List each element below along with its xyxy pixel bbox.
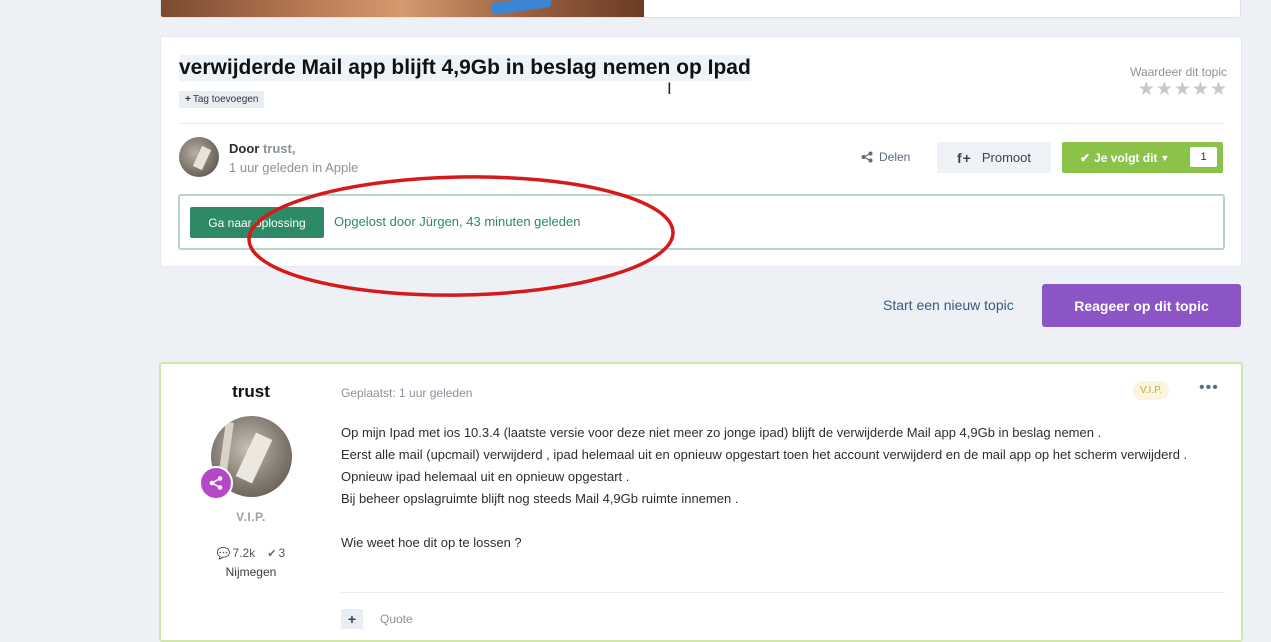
author-link[interactable]: trust — [263, 141, 292, 156]
post-body: Op mijn Ipad met ios 10.3.4 (laatste ver… — [341, 422, 1201, 554]
cover-image — [161, 0, 644, 17]
quote-button[interactable]: Quote — [380, 612, 413, 626]
rate-topic-label: Waardeer dit topic — [1130, 65, 1227, 79]
comment-icon: 💬 — [216, 548, 231, 560]
follow-button[interactable]: ✔ Je volgt dit ▼ 1 — [1062, 142, 1223, 173]
check-icon: ✔ — [1080, 150, 1091, 165]
share-button[interactable]: Delen — [861, 150, 910, 164]
solution-text: Opgelost door Jürgen, 43 minuten geleden — [334, 214, 581, 229]
author-prefix: Door — [229, 141, 260, 156]
vip-badge: V.I.P. — [1133, 381, 1170, 400]
posted-info: 1 uur geleden in Apple — [229, 160, 359, 175]
post-paragraph: Eerst alle mail (upcmail) verwijderd , i… — [341, 447, 1188, 462]
author-suffix: , — [291, 141, 296, 156]
star-icon[interactable]: ★ — [1174, 80, 1191, 99]
share-nodes-icon — [209, 476, 223, 490]
check-circle-icon: ✔ — [267, 548, 277, 560]
go-to-solution-button[interactable]: Ga naar oplossing — [190, 207, 324, 238]
post-author-location: Nijmegen — [225, 565, 277, 579]
previous-card — [160, 0, 1241, 18]
rank-badge — [199, 466, 233, 500]
post-card: trust V.I.P. 💬 7.2k ✔ 3 Nijmegen Geplaatst… — [159, 362, 1243, 642]
solution-box: Ga naar oplossing Opgelost door Jürgen, … — [178, 194, 1225, 250]
page-title: verwijderde Mail app blijft 4,9Gb in bes… — [179, 55, 751, 81]
posts-count: 7.2k — [232, 546, 256, 560]
topic-header-card: verwijderde Mail app blijft 4,9Gb in bes… — [160, 36, 1242, 267]
author-line: Door trust, — [229, 141, 295, 156]
post-author-name[interactable]: trust — [161, 382, 341, 402]
follow-count[interactable]: 1 — [1190, 147, 1217, 167]
new-topic-link[interactable]: Start een nieuw topic — [883, 297, 1014, 313]
more-options-icon[interactable]: ••• — [1199, 379, 1219, 397]
add-tag-label: Tag toevoegen — [192, 94, 259, 105]
post-paragraph: Op mijn Ipad met ios 10.3.4 (laatste ver… — [341, 425, 1102, 440]
post-paragraph: Opnieuw ipad helemaal uit en opnieuw opg… — [341, 469, 630, 484]
post-paragraph: Bij beheer opslagruimte blijft nog steed… — [341, 491, 739, 506]
solutions-count: 3 — [278, 546, 286, 560]
facebook-icon: f+ — [957, 149, 972, 166]
author-avatar[interactable] — [179, 137, 219, 177]
star-icon[interactable]: ★ — [1138, 80, 1155, 99]
promote-button[interactable]: f+ Promoot — [937, 142, 1051, 173]
star-icon[interactable]: ★ — [1192, 80, 1209, 99]
post-paragraph: Wie weet hoe dit op te lossen ? — [341, 535, 522, 550]
promote-label: Promoot — [981, 150, 1031, 165]
plus-icon: + — [185, 94, 191, 105]
post-author-rank: V.I.P. — [236, 510, 266, 524]
topic-actions: Start een nieuw topic Reageer op dit top… — [0, 284, 1271, 327]
share-icon — [861, 151, 873, 163]
reply-button[interactable]: Reageer op dit topic — [1042, 284, 1241, 327]
star-icon[interactable]: ★ — [1156, 80, 1173, 99]
divider — [341, 592, 1225, 593]
star-icon[interactable]: ★ — [1210, 80, 1227, 99]
follow-label: Je volgt dit — [1094, 150, 1158, 165]
solutions-count-stat: ✔ 3 — [267, 546, 285, 560]
add-tag-button[interactable]: + Tag toevoegen — [179, 91, 265, 108]
divider — [179, 123, 1223, 124]
text-cursor-icon: I — [667, 79, 672, 98]
rating-stars[interactable]: ★ ★ ★ ★ ★ — [1138, 80, 1227, 99]
posts-count-stat: 💬 7.2k — [217, 546, 255, 560]
post-timestamp: Geplaatst: 1 uur geleden — [341, 386, 473, 400]
multiquote-button[interactable]: + — [341, 609, 363, 629]
post-author-stats: 💬 7.2k ✔ 3 — [161, 546, 341, 560]
caret-down-icon: ▼ — [1160, 152, 1170, 163]
share-label: Delen — [879, 150, 911, 164]
